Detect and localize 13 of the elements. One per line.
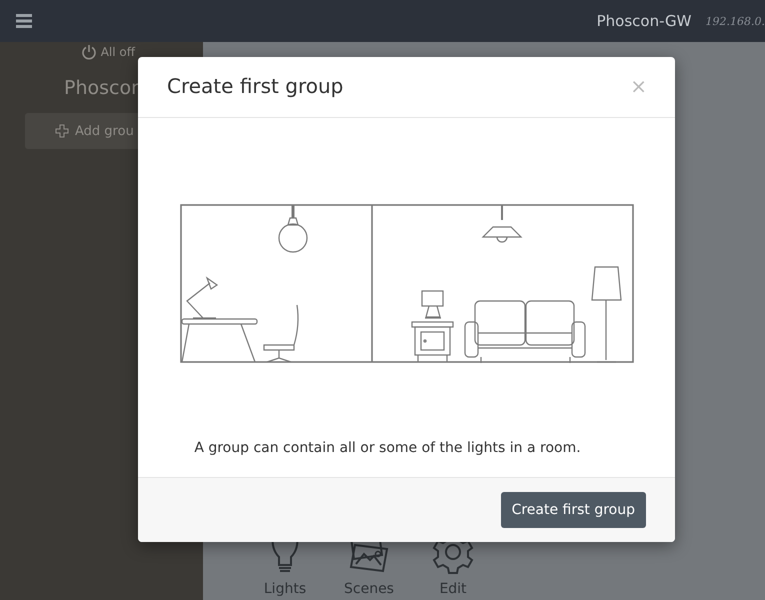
all-off-label[interactable]: All off xyxy=(100,45,135,59)
gateway-address: 192.168.0. xyxy=(706,14,765,28)
nav-label[interactable]: Scenes xyxy=(344,581,394,597)
menu-icon[interactable] xyxy=(16,14,32,28)
close-button[interactable]: × xyxy=(630,76,647,96)
create-first-group-button[interactable]: Create first group xyxy=(500,492,646,528)
power-icon[interactable] xyxy=(80,44,97,60)
dialog-message: A group can contain all or some of the lights in a room. xyxy=(194,440,581,456)
plus-icon xyxy=(55,124,69,138)
nav-label[interactable]: Edit xyxy=(439,581,467,597)
gateway-title: Phoscon-GW xyxy=(596,12,692,30)
dialog-title: Create first group xyxy=(167,74,344,98)
nav-label[interactable]: Lights xyxy=(264,581,306,597)
